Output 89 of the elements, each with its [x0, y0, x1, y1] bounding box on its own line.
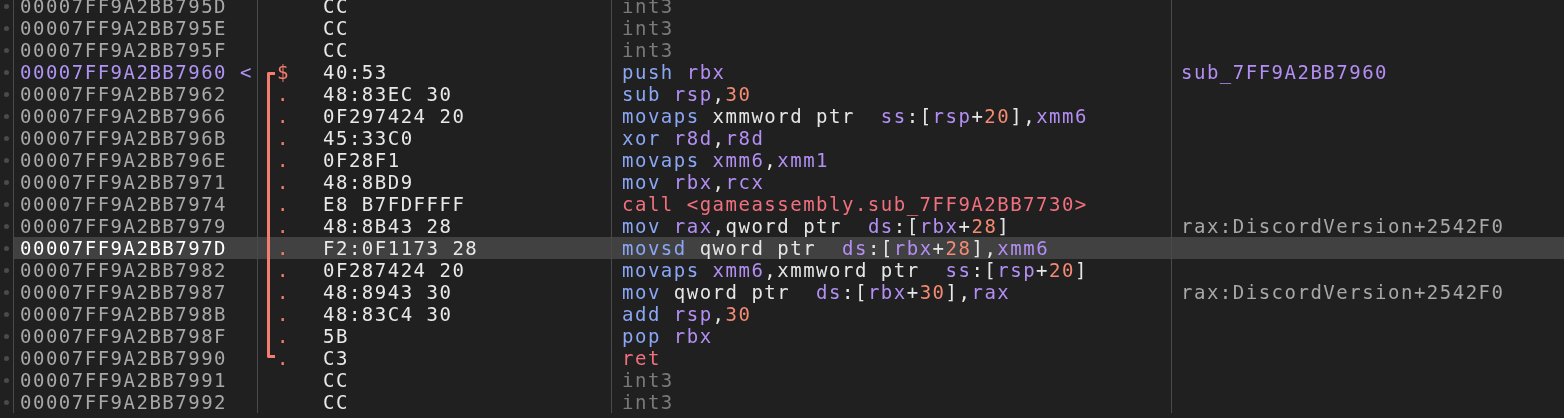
disassembly-row[interactable]: 00007FF9A2BB7962 . 48:83EC 30 sub rsp,30	[0, 83, 1564, 105]
bytes-text: E8 B7FDFFFF	[323, 193, 466, 215]
address-text: 00007FF9A2BB796E	[20, 149, 228, 171]
comment-text: sub_7FF9A2BB7960	[1181, 61, 1389, 83]
instruction-text: pop rbx	[622, 325, 713, 347]
instruction-text: int3	[622, 17, 674, 39]
instruction-text: mov qword ptr ds:[rbx+30],rax	[622, 281, 1011, 303]
address-text: 00007FF9A2BB796B	[20, 127, 228, 149]
comment-text: rax:DiscordVersion+2542F0	[1181, 215, 1505, 237]
jump-marker: .	[277, 281, 290, 303]
disassembly-row[interactable]: 00007FF9A2BB7992 CC int3	[0, 391, 1564, 413]
bytes-text: 5B	[323, 325, 349, 347]
address-text: 00007FF9A2BB7987	[20, 281, 228, 303]
address-text: 00007FF9A2BB7974	[20, 193, 228, 215]
jump-marker: .	[277, 325, 290, 347]
bytes-text: 48:8B43 28	[323, 215, 453, 237]
bytes-text: 48:8943 30	[323, 281, 453, 303]
jump-marker: .	[277, 193, 290, 215]
comment-text: rax:DiscordVersion+2542F0	[1181, 281, 1505, 303]
instruction-text: sub rsp,30	[622, 83, 752, 105]
address-text: 00007FF9A2BB795F	[20, 39, 228, 61]
address-text: 00007FF9A2BB798B	[20, 303, 228, 325]
bytes-text: 40:53	[323, 61, 388, 83]
disassembly-row[interactable]: 00007FF9A2BB7960 < $ 40:53 push rbx sub_7FF9A2BB7960	[0, 61, 1564, 83]
disassembly-row[interactable]: 00007FF9A2BB798B . 48:83C4 30 add rsp,30	[0, 303, 1564, 325]
address-text: 00007FF9A2BB7971	[20, 171, 228, 193]
address-text: 00007FF9A2BB7966	[20, 105, 228, 127]
address-text: 00007FF9A2BB797D	[20, 237, 228, 259]
address-text: 00007FF9A2BB798F	[20, 325, 228, 347]
address-text: 00007FF9A2BB7960	[20, 61, 228, 83]
instruction-text: mov rbx,rcx	[622, 171, 765, 193]
jump-marker: $	[277, 61, 290, 83]
address-text: 00007FF9A2BB7992	[20, 391, 228, 413]
address-text: 00007FF9A2BB7982	[20, 259, 228, 281]
jump-marker: .	[277, 347, 290, 369]
disassembly-row[interactable]: 00007FF9A2BB7974 . E8 B7FDFFFF call <gameassembly.sub_7FF9A2BB7730>	[0, 193, 1564, 215]
jump-marker: .	[277, 303, 290, 325]
instruction-text: add rsp,30	[622, 303, 752, 325]
bytes-text: 0F297424 20	[323, 105, 466, 127]
address-text: 00007FF9A2BB7991	[20, 369, 228, 391]
disassembly-row[interactable]: 00007FF9A2BB7982 . 0F287424 20 movaps xmm6,xmmword ptr ss:[rsp+20]	[0, 259, 1564, 281]
address-text: 00007FF9A2BB7979	[20, 215, 228, 237]
disassembly-row[interactable]: 00007FF9A2BB7990 . C3 ret	[0, 347, 1564, 369]
instruction-text: int3	[622, 369, 674, 391]
disassembly-row[interactable]: 00007FF9A2BB798F . 5B pop rbx	[0, 325, 1564, 347]
instruction-text: int3	[622, 391, 674, 413]
instruction-text: movaps xmm6,xmm1	[622, 149, 830, 171]
bytes-text: 45:33C0	[323, 127, 414, 149]
disassembly-row[interactable]: 00007FF9A2BB795E CC int3	[0, 17, 1564, 39]
jump-arrow: <	[240, 61, 253, 83]
address-text: 00007FF9A2BB7962	[20, 83, 228, 105]
instruction-text: call <gameassembly.sub_7FF9A2BB7730>	[622, 193, 1088, 215]
disassembly-row[interactable]: 00007FF9A2BB7966 . 0F297424 20 movaps xmmword ptr ss:[rsp+20],xmm6	[0, 105, 1564, 127]
bytes-text: CC	[323, 39, 349, 61]
bytes-text: CC	[323, 369, 349, 391]
instruction-text: movsd qword ptr ds:[rbx+28],xmm6	[622, 237, 1050, 259]
jump-marker: .	[277, 105, 290, 127]
bytes-text: 0F28F1	[323, 149, 401, 171]
bytes-text: 48:8BD9	[323, 171, 414, 193]
bytes-text: CC	[323, 17, 349, 39]
jump-marker: .	[277, 127, 290, 149]
disassembly-row[interactable]: 00007FF9A2BB796E . 0F28F1 movaps xmm6,xmm1	[0, 149, 1564, 171]
jump-marker: .	[277, 171, 290, 193]
address-text: 00007FF9A2BB795E	[20, 17, 228, 39]
bytes-text: 48:83C4 30	[323, 303, 453, 325]
disassembly-row[interactable]: 00007FF9A2BB7987 . 48:8943 30 mov qword ptr ds:[rbx+30],rax rax:DiscordVersion+2542F0	[0, 281, 1564, 303]
jump-marker: .	[277, 259, 290, 281]
bytes-text: CC	[323, 391, 349, 413]
instruction-text: push rbx	[622, 61, 726, 83]
disassembly-row[interactable]: 00007FF9A2BB7971 . 48:8BD9 mov rbx,rcx	[0, 171, 1564, 193]
jump-marker: .	[277, 237, 290, 259]
instruction-text: movaps xmm6,xmmword ptr ss:[rsp+20]	[622, 259, 1088, 281]
disassembly-row[interactable]: 00007FF9A2BB7991 CC int3	[0, 369, 1564, 391]
instruction-text: mov rax,qword ptr ds:[rbx+28]	[622, 215, 1011, 237]
instruction-text: xor r8d,r8d	[622, 127, 765, 149]
disassembly-row[interactable]: 00007FF9A2BB795F CC int3	[0, 39, 1564, 61]
jump-marker: .	[277, 149, 290, 171]
instruction-text: ret	[622, 347, 661, 369]
instruction-text: int3	[622, 39, 674, 61]
disassembly-row[interactable]: 00007FF9A2BB796B . 45:33C0 xor r8d,r8d	[0, 127, 1564, 149]
bytes-text: F2:0F1173 28	[323, 237, 479, 259]
jump-marker: .	[277, 83, 290, 105]
bytes-text: 48:83EC 30	[323, 83, 453, 105]
bytes-text: C3	[323, 347, 349, 369]
instruction-text: movaps xmmword ptr ss:[rsp+20],xmm6	[622, 105, 1088, 127]
bytes-text: 0F287424 20	[323, 259, 466, 281]
jump-marker: .	[277, 215, 290, 237]
address-text: 00007FF9A2BB7990	[20, 347, 228, 369]
disassembly-row[interactable]: 00007FF9A2BB797D . F2:0F1173 28 movsd qword ptr ds:[rbx+28],xmm6	[0, 237, 1564, 259]
